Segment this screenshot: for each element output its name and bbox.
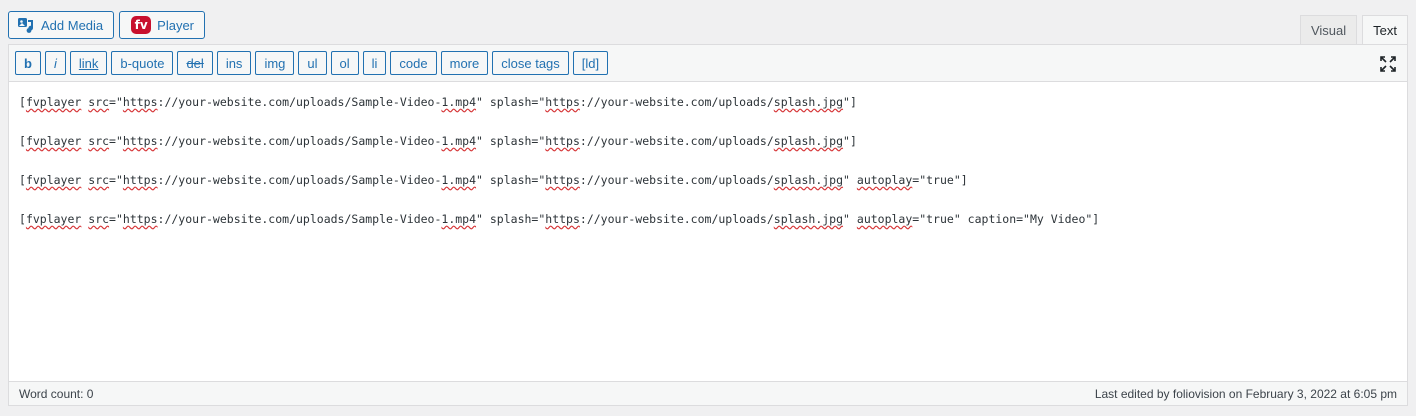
status-bar: Word count: 0 Last edited by foliovision…: [9, 381, 1407, 405]
media-buttons: Add Media fv Player: [8, 11, 206, 39]
qt-link-button[interactable]: link: [69, 51, 108, 75]
quicktags-toolbar: b i link b-quote del ins img ul ol li co…: [9, 45, 1407, 82]
qt-img-button[interactable]: img: [255, 51, 295, 75]
tab-text[interactable]: Text: [1362, 15, 1408, 45]
qt-blockquote-button[interactable]: b-quote: [111, 51, 174, 75]
qt-close-tags-button[interactable]: close tags: [492, 51, 569, 75]
tab-visual[interactable]: Visual: [1299, 15, 1358, 45]
fv-player-icon: fv: [131, 16, 152, 34]
player-button[interactable]: fv Player: [119, 11, 206, 39]
player-label: Player: [157, 17, 195, 33]
media-icon: [17, 16, 35, 34]
editor-content[interactable]: [fvplayer src="https://your-website.com/…: [9, 82, 1407, 382]
qt-code-button[interactable]: code: [390, 51, 437, 75]
code-line: [fvplayer src="https://your-website.com/…: [19, 95, 857, 109]
fullscreen-icon[interactable]: [1379, 55, 1397, 73]
code-line: [fvplayer src="https://your-website.com/…: [19, 173, 968, 187]
code-line: [fvplayer src="https://your-website.com/…: [19, 134, 857, 148]
editor-tabs: Visual Text: [1295, 15, 1408, 45]
word-count: Word count: 0: [19, 386, 94, 401]
text-editor: b i link b-quote del ins img ul ol li co…: [8, 44, 1408, 406]
qt-del-button[interactable]: del: [177, 51, 213, 75]
last-edited: Last edited by foliovision on February 3…: [1094, 386, 1397, 401]
add-media-button[interactable]: Add Media: [8, 11, 115, 39]
add-media-label: Add Media: [41, 17, 104, 33]
qt-ld-button[interactable]: [ld]: [572, 51, 609, 75]
qt-bold-button[interactable]: b: [15, 51, 41, 75]
qt-italic-button[interactable]: i: [44, 51, 66, 75]
qt-ol-button[interactable]: ol: [330, 51, 359, 75]
qt-more-button[interactable]: more: [440, 51, 489, 75]
qt-li-button[interactable]: li: [362, 51, 387, 75]
qt-ul-button[interactable]: ul: [298, 51, 327, 75]
code-line: [fvplayer src="https://your-website.com/…: [19, 212, 1100, 226]
qt-ins-button[interactable]: ins: [216, 51, 252, 75]
fv-badge: fv: [131, 16, 152, 34]
